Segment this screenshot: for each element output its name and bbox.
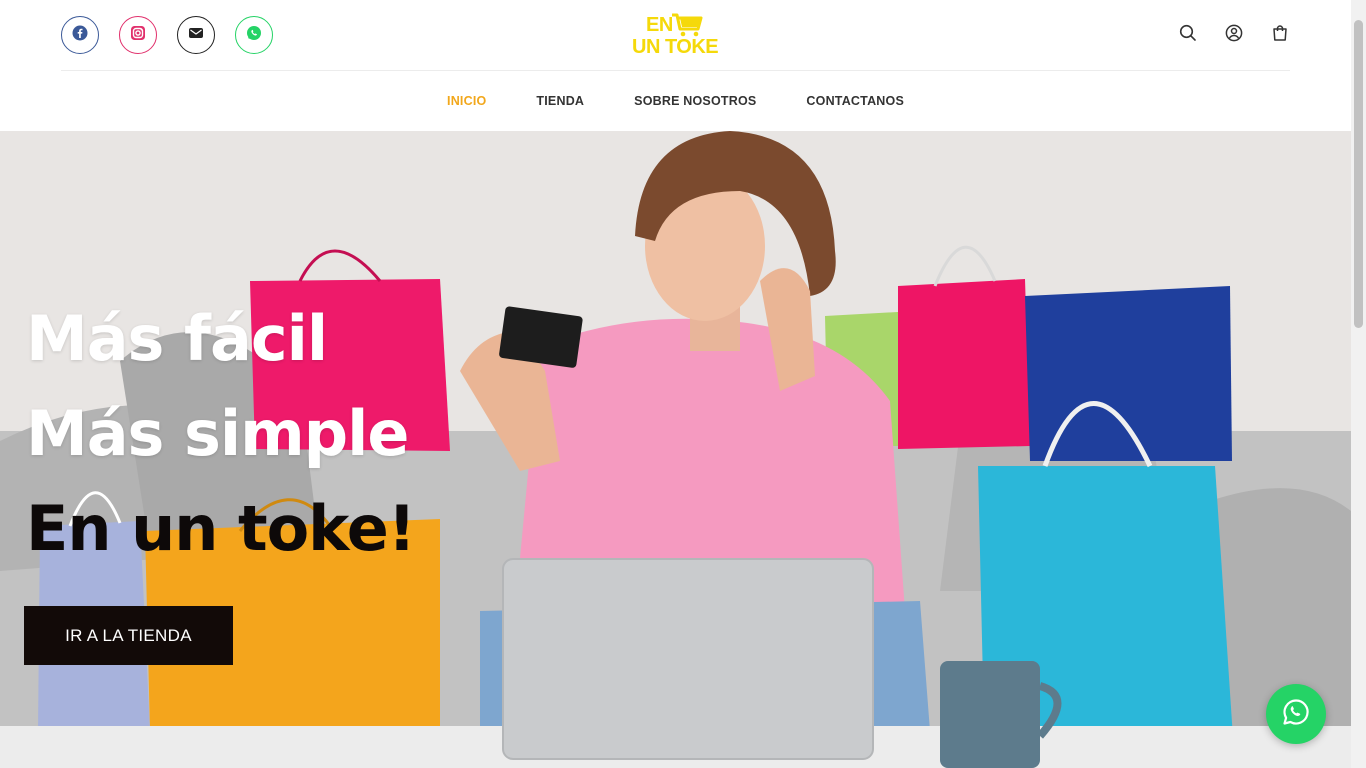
page: EN UN TOKE INICIO TIENDA SOBRE NOSOTROS … (0, 0, 1366, 768)
scrollbar-thumb[interactable] (1354, 20, 1363, 328)
hero-line-2: Más simple (26, 397, 409, 470)
instagram-link[interactable] (119, 16, 157, 54)
nav-item-tienda[interactable]: TIENDA (536, 94, 584, 108)
hero-banner: Más fácil Más simple En un toke! IR A LA… (0, 131, 1351, 768)
logo-line-2: UN TOKE (632, 36, 719, 58)
email-link[interactable] (177, 16, 215, 54)
main-nav: INICIO TIENDA SOBRE NOSOTROS CONTACTANOS (0, 71, 1351, 131)
whatsapp-icon (1280, 696, 1312, 733)
facebook-icon (72, 25, 88, 46)
go-to-store-button[interactable]: IR A LA TIENDA (24, 606, 233, 665)
shopping-cart-icon (672, 13, 703, 37)
hero-headline: Más fácil Más simple En un toke! (26, 291, 416, 576)
search-icon (1179, 24, 1197, 47)
cart-button[interactable] (1270, 24, 1290, 46)
instagram-icon (130, 25, 146, 46)
social-links (61, 16, 273, 54)
site-header: EN UN TOKE INICIO TIENDA SOBRE NOSOTROS … (0, 0, 1351, 131)
logo-line-1: EN (646, 14, 673, 36)
whatsapp-icon (246, 25, 262, 46)
whatsapp-float-button[interactable] (1266, 684, 1326, 744)
nav-item-inicio[interactable]: INICIO (447, 94, 486, 108)
search-button[interactable] (1178, 24, 1198, 46)
hero-line-3: En un toke! (26, 492, 416, 565)
top-bar: EN UN TOKE (61, 0, 1290, 71)
envelope-icon (188, 26, 204, 45)
page-scrollbar[interactable] (1351, 0, 1366, 768)
shopping-bag-icon (1272, 24, 1288, 47)
hero-line-1: Más fácil (26, 302, 328, 375)
user-icon (1225, 24, 1243, 47)
whatsapp-link[interactable] (235, 16, 273, 54)
account-button[interactable] (1224, 24, 1244, 46)
header-actions (1178, 24, 1290, 46)
nav-item-sobre-nosotros[interactable]: SOBRE NOSOTROS (634, 94, 756, 108)
site-logo[interactable]: EN UN TOKE (632, 10, 722, 62)
facebook-link[interactable] (61, 16, 99, 54)
nav-item-contactanos[interactable]: CONTACTANOS (806, 94, 904, 108)
